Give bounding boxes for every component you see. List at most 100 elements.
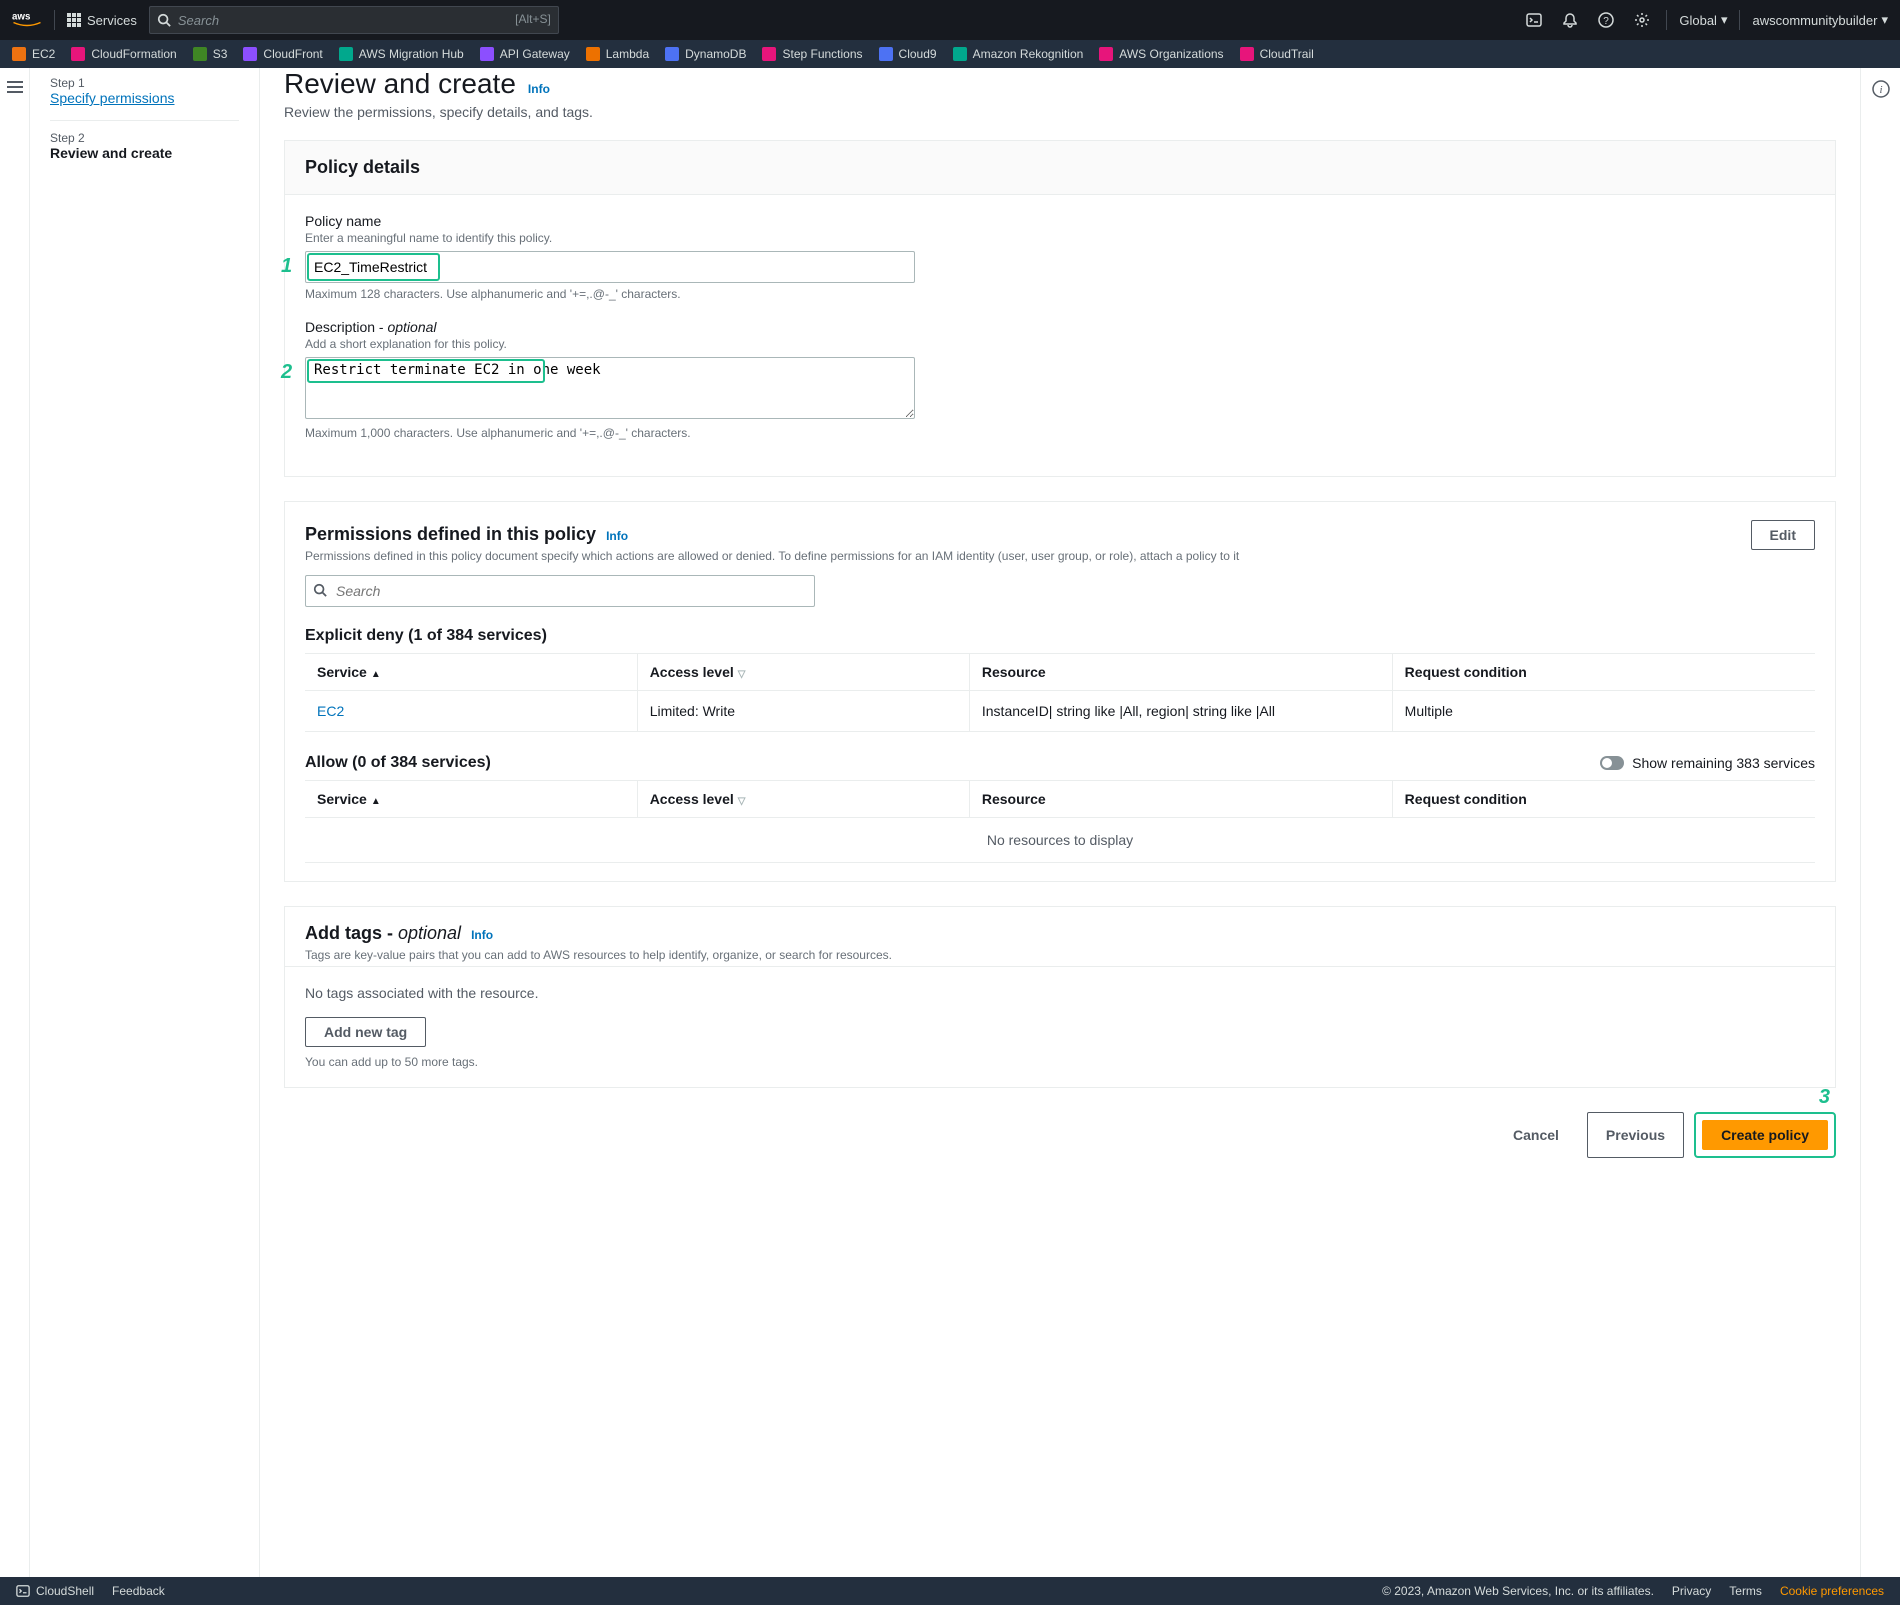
col-resource[interactable]: Resource bbox=[969, 654, 1392, 691]
page-title-text: Review and create bbox=[284, 68, 516, 100]
table-row: EC2Limited: WriteInstanceID| string like… bbox=[305, 691, 1815, 732]
favorite-item[interactable]: CloudTrail bbox=[1240, 47, 1314, 61]
policy-details-heading: Policy details bbox=[285, 141, 1835, 195]
no-tags-message: No tags associated with the resource. bbox=[305, 985, 1815, 1001]
previous-button[interactable]: Previous bbox=[1587, 1112, 1684, 1158]
main-content: Review and create Info Review the permis… bbox=[260, 68, 1860, 1577]
account-menu[interactable]: awscommunitybuilder ▾ bbox=[1752, 12, 1888, 28]
terms-link[interactable]: Terms bbox=[1729, 1584, 1762, 1598]
help-icon[interactable]: ? bbox=[1594, 8, 1618, 32]
edit-button[interactable]: Edit bbox=[1751, 520, 1815, 550]
col-condition[interactable]: Request condition bbox=[1392, 781, 1815, 818]
favorite-item[interactable]: EC2 bbox=[12, 47, 55, 61]
svg-text:aws: aws bbox=[12, 12, 31, 23]
favorite-label: Step Functions bbox=[782, 47, 862, 61]
top-navbar: aws Services [Alt+S] ? Global ▾ awscommu… bbox=[0, 0, 1900, 40]
cloudshell-link[interactable]: CloudShell bbox=[16, 1584, 94, 1598]
aws-logo[interactable]: aws bbox=[12, 9, 42, 31]
service-icon bbox=[586, 47, 600, 61]
search-icon bbox=[157, 13, 171, 30]
col-service[interactable]: Service▲ bbox=[305, 654, 637, 691]
page-description: Review the permissions, specify details,… bbox=[284, 104, 1836, 120]
favorite-item[interactable]: AWS Organizations bbox=[1099, 47, 1223, 61]
caret-down-icon: ▾ bbox=[1721, 12, 1728, 28]
create-policy-button[interactable]: Create policy bbox=[1702, 1120, 1828, 1150]
highlight-3: 3 Create policy bbox=[1694, 1112, 1836, 1158]
favorite-item[interactable]: CloudFront bbox=[243, 47, 322, 61]
favorite-item[interactable]: Lambda bbox=[586, 47, 649, 61]
cloudshell-icon[interactable] bbox=[1522, 8, 1546, 32]
info-link[interactable]: Info bbox=[528, 82, 550, 96]
step1-link[interactable]: Specify permissions bbox=[50, 90, 239, 106]
policy-desc-hint: Add a short explanation for this policy. bbox=[305, 337, 1815, 351]
region-label: Global bbox=[1679, 13, 1717, 28]
deny-table: Service▲ Access level▽ Resource Request … bbox=[305, 653, 1815, 732]
notifications-icon[interactable] bbox=[1558, 8, 1582, 32]
col-access[interactable]: Access level▽ bbox=[637, 781, 969, 818]
service-icon bbox=[12, 47, 26, 61]
info-panel-toggle[interactable]: i bbox=[1860, 68, 1900, 1577]
favorite-item[interactable]: Step Functions bbox=[762, 47, 862, 61]
policy-name-input[interactable] bbox=[305, 251, 915, 283]
favorite-label: EC2 bbox=[32, 47, 55, 61]
service-link[interactable]: EC2 bbox=[317, 703, 344, 719]
favorite-label: S3 bbox=[213, 47, 228, 61]
svg-text:i: i bbox=[1879, 84, 1882, 96]
permissions-panel: Permissions defined in this policy Info … bbox=[284, 501, 1836, 882]
col-condition[interactable]: Request condition bbox=[1392, 654, 1815, 691]
add-tag-button[interactable]: Add new tag bbox=[305, 1017, 426, 1047]
favorite-label: CloudFormation bbox=[91, 47, 176, 61]
favorite-item[interactable]: CloudFormation bbox=[71, 47, 176, 61]
allow-title: Allow (0 of 384 services) bbox=[305, 754, 491, 772]
favorite-item[interactable]: DynamoDB bbox=[665, 47, 746, 61]
explicit-deny-title: Explicit deny (1 of 384 services) bbox=[305, 627, 1815, 645]
info-link[interactable]: Info bbox=[471, 928, 493, 942]
cancel-button[interactable]: Cancel bbox=[1495, 1112, 1577, 1158]
permissions-search-input[interactable] bbox=[305, 575, 815, 607]
favorite-item[interactable]: Cloud9 bbox=[879, 47, 937, 61]
services-menu-button[interactable]: Services bbox=[67, 13, 137, 28]
no-resources-message: No resources to display bbox=[305, 818, 1815, 863]
privacy-link[interactable]: Privacy bbox=[1672, 1584, 1711, 1598]
permissions-desc: Permissions defined in this policy docum… bbox=[305, 549, 1239, 563]
step2-label: Step 2 bbox=[50, 131, 239, 145]
services-label: Services bbox=[87, 13, 137, 28]
service-icon bbox=[1240, 47, 1254, 61]
sort-asc-icon: ▲ bbox=[371, 796, 381, 807]
favorite-label: Amazon Rekognition bbox=[973, 47, 1084, 61]
page-title: Review and create Info bbox=[284, 68, 1836, 100]
divider bbox=[1739, 10, 1740, 30]
global-search-input[interactable] bbox=[149, 6, 559, 34]
sidebar-toggle[interactable] bbox=[0, 68, 30, 1577]
col-access[interactable]: Access level▽ bbox=[637, 654, 969, 691]
col-service[interactable]: Service▲ bbox=[305, 781, 637, 818]
col-resource[interactable]: Resource bbox=[969, 781, 1392, 818]
favorite-item[interactable]: AWS Migration Hub bbox=[339, 47, 464, 61]
sort-asc-icon: ▲ bbox=[371, 669, 381, 680]
show-remaining-toggle[interactable]: Show remaining 383 services bbox=[1600, 755, 1815, 771]
favorite-label: API Gateway bbox=[500, 47, 570, 61]
settings-icon[interactable] bbox=[1630, 8, 1654, 32]
favorite-item[interactable]: S3 bbox=[193, 47, 228, 61]
wizard-steps: Step 1 Specify permissions Step 2 Review… bbox=[30, 68, 260, 1577]
callout-1: 1 bbox=[281, 255, 292, 278]
user-label: awscommunitybuilder bbox=[1752, 13, 1877, 28]
policy-details-panel: Policy details Policy name Enter a meani… bbox=[284, 140, 1836, 477]
favorite-label: Lambda bbox=[606, 47, 649, 61]
region-selector[interactable]: Global ▾ bbox=[1679, 12, 1727, 28]
tags-heading: Add tags - optional Info bbox=[305, 923, 1815, 944]
divider bbox=[54, 10, 55, 30]
service-icon bbox=[339, 47, 353, 61]
feedback-link[interactable]: Feedback bbox=[112, 1584, 165, 1598]
policy-desc-input[interactable] bbox=[305, 357, 915, 419]
wizard-actions: Cancel Previous 3 Create policy bbox=[284, 1112, 1836, 1158]
sort-icon: ▽ bbox=[738, 796, 746, 807]
service-icon bbox=[243, 47, 257, 61]
cookie-prefs-link[interactable]: Cookie preferences bbox=[1780, 1584, 1884, 1598]
step1-label: Step 1 bbox=[50, 76, 239, 90]
info-link[interactable]: Info bbox=[606, 529, 628, 543]
policy-desc-label: Description - optional bbox=[305, 319, 1815, 335]
favorite-item[interactable]: API Gateway bbox=[480, 47, 570, 61]
favorite-label: CloudFront bbox=[263, 47, 322, 61]
favorite-item[interactable]: Amazon Rekognition bbox=[953, 47, 1084, 61]
